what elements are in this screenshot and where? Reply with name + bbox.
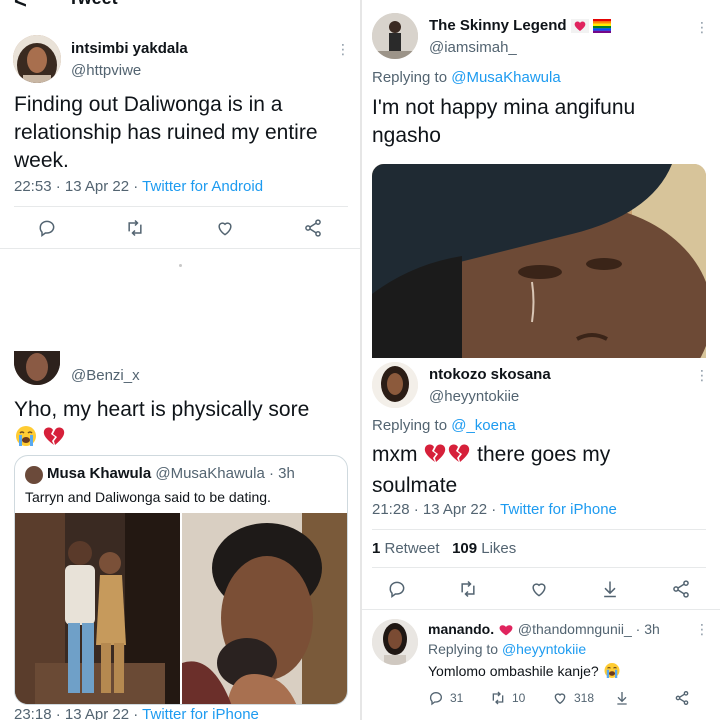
tweet-text: mxm there goes my soulmate — [372, 441, 672, 500]
tweet-text-part: mxm — [372, 443, 424, 466]
share-icon[interactable] — [303, 218, 323, 238]
replying-label: Replying to — [428, 641, 502, 657]
mention-link[interactable]: @MusaKhawula — [451, 69, 560, 86]
quoted-tweet[interactable]: Musa Khawula @MusaKhawula · 3h Tarryn an… — [14, 455, 348, 705]
tweet-text: I'm not happy mina angifunu ngasho — [372, 96, 636, 147]
avatar[interactable] — [14, 351, 60, 385]
tweet-text: Yomlomo ombashile kanje? — [428, 662, 621, 682]
handle[interactable]: @MusaKhawula · 3h — [155, 465, 294, 482]
quote-photo-couple[interactable] — [15, 513, 180, 704]
like-icon[interactable] — [552, 690, 568, 706]
display-name[interactable]: manando. — [428, 621, 494, 637]
divider — [0, 248, 360, 249]
reply-icon[interactable] — [37, 218, 57, 238]
replying-label: Replying to — [372, 417, 452, 434]
avatar[interactable] — [25, 466, 43, 484]
heart-emoji — [498, 623, 514, 640]
left-screenshot: < Tweet intsimbi yakdala @httpviwe ⋮ Fin… — [0, 0, 360, 720]
display-name[interactable]: ntokozo skosana — [429, 366, 551, 383]
handle[interactable]: @iamsimah_ — [429, 39, 517, 56]
share-icon[interactable] — [671, 579, 691, 599]
likes-stat[interactable]: 109 Likes — [452, 540, 516, 557]
handle[interactable]: @httpviwe — [71, 62, 141, 79]
retweet-icon[interactable] — [490, 690, 506, 706]
tweet-text-part: Yomlomo ombashile kanje? — [428, 663, 599, 679]
rainbow-flag-emoji — [592, 19, 611, 37]
replying-to: Replying to @MusaKhawula — [372, 69, 561, 86]
tweet-emojis — [14, 425, 66, 452]
source-link[interactable]: Twitter for iPhone — [142, 706, 259, 720]
handle[interactable]: @heyyntokiie — [429, 388, 519, 405]
divider — [372, 529, 706, 530]
display-name-row: The Skinny Legend — [429, 17, 611, 37]
source-link[interactable]: Twitter for iPhone — [500, 501, 617, 518]
source-link[interactable]: Twitter for Android — [142, 178, 263, 195]
engagement-stats: 1 Retweet 109 Likes — [372, 540, 516, 557]
handle[interactable]: @thandomngunii_ · 3h — [518, 621, 660, 637]
avatar[interactable] — [372, 13, 418, 59]
timestamp[interactable]: 22:53 · 13 Apr 22 · — [14, 178, 142, 195]
divider — [14, 206, 348, 207]
timestamp[interactable]: 23:18 · 13 Apr 22 · — [14, 706, 142, 720]
replying-label: Replying to — [372, 69, 452, 86]
timestamp[interactable]: 21:28 · 13 Apr 22 · — [372, 501, 500, 518]
right-screenshot: The Skinny Legend @iamsimah_ ⋮ Replying … — [362, 0, 720, 720]
avatar[interactable] — [372, 362, 418, 408]
like-icon[interactable] — [215, 218, 235, 238]
heart-emoji — [570, 19, 589, 37]
broken-heart-emoji — [447, 442, 471, 472]
retweets-stat[interactable]: 1 Retweet — [372, 540, 440, 557]
loading-dot — [179, 264, 182, 267]
more-icon[interactable]: ⋮ — [695, 368, 709, 382]
tweet-photo-crying-man[interactable] — [372, 164, 706, 358]
retweet-icon[interactable] — [458, 579, 478, 599]
divider — [362, 609, 720, 610]
tweet-timestamp: 21:28 · 13 Apr 22 · Twitter for iPhone — [372, 501, 617, 518]
quote-header: Musa Khawula @MusaKhawula · 3h — [47, 465, 295, 482]
divider — [372, 567, 706, 568]
replying-to: Replying to @heyyntokiie — [428, 641, 586, 657]
download-icon[interactable] — [600, 579, 620, 599]
broken-heart-emoji — [423, 442, 447, 472]
mention-link[interactable]: @heyyntokiie — [502, 641, 586, 657]
retweet-icon[interactable] — [125, 218, 145, 238]
avatar[interactable] — [372, 619, 418, 665]
display-name[interactable]: The Skinny Legend — [429, 17, 567, 34]
tweet-text: Yho, my heart is physically sore — [14, 398, 310, 421]
broken-heart-emoji — [42, 425, 66, 452]
crying-face-emoji — [14, 425, 38, 452]
back-arrow-icon[interactable]: < — [14, 0, 27, 14]
quote-text: Tarryn and Daliwonga said to be dating. — [25, 489, 271, 505]
share-icon[interactable] — [674, 690, 690, 706]
tweet-timestamp: 23:18 · 13 Apr 22 · Twitter for iPhone — [14, 706, 259, 720]
more-icon[interactable]: ⋮ — [695, 622, 709, 636]
like-count: 318 — [574, 691, 595, 705]
crying-face-emoji — [603, 662, 621, 682]
like-icon[interactable] — [529, 579, 549, 599]
reply-actions: 31 10 318 — [428, 689, 708, 709]
more-icon[interactable]: ⋮ — [336, 42, 350, 56]
more-icon[interactable]: ⋮ — [695, 20, 709, 34]
replying-to: Replying to @_koena — [372, 417, 516, 434]
reply-icon[interactable] — [387, 579, 407, 599]
tweet-text: Finding out Daliwonga is in a relationsh… — [14, 93, 318, 172]
display-name[interactable]: Musa Khawula — [47, 465, 151, 482]
page-title: Tweet — [68, 0, 118, 9]
mention-link[interactable]: @_koena — [451, 417, 515, 434]
reply-count: 31 — [450, 691, 464, 705]
handle[interactable]: @Benzi_x — [71, 367, 140, 384]
reply-icon[interactable] — [428, 690, 444, 706]
retweet-count: 10 — [512, 691, 526, 705]
display-name[interactable]: intsimbi yakdala — [71, 40, 188, 57]
quote-photo-portrait[interactable] — [182, 513, 347, 704]
tweet-timestamp: 22:53 · 13 Apr 22 · Twitter for Android — [14, 178, 263, 195]
reply-header: manando. @thandomngunii_ · 3h — [428, 621, 660, 640]
avatar[interactable] — [13, 35, 61, 83]
download-icon[interactable] — [614, 690, 630, 706]
